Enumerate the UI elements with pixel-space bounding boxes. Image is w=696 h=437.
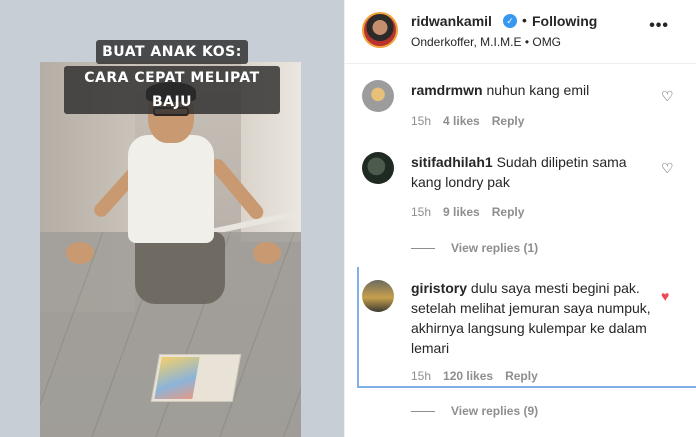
comment-meta: 15h 120 likes Reply <box>411 369 538 383</box>
author-avatar[interactable] <box>362 12 398 48</box>
view-replies-button[interactable]: View replies (9) <box>411 404 538 418</box>
comment-meta: 15h 4 likes Reply <box>411 114 524 128</box>
comment-body: nuhun kang emil <box>486 82 590 98</box>
comment-username[interactable]: ramdrmwn <box>411 82 483 98</box>
view-replies-label: View replies (1) <box>451 241 539 255</box>
comment-text: giristory dulu saya mesti begini pak. se… <box>411 278 651 358</box>
post-viewer: BUAT ANAK KOS: CARA CEPAT MELIPAT BAJU r… <box>0 0 696 437</box>
commenter-avatar[interactable] <box>362 152 394 184</box>
comment-time: 15h <box>411 205 432 219</box>
comments-panel: ridwankamil ✓ • Following Onderkoffer, M… <box>344 0 696 437</box>
comment-username[interactable]: sitifadhilah1 <box>411 154 493 170</box>
comment-text: ramdrmwn nuhun kang emil <box>411 80 651 100</box>
author-username[interactable]: ridwankamil <box>411 13 492 29</box>
comment-time: 15h <box>411 114 432 128</box>
comment-meta: 15h 9 likes Reply <box>411 205 524 219</box>
view-replies-button[interactable]: View replies (1) <box>411 241 538 255</box>
post-header: ridwankamil ✓ • Following Onderkoffer, M… <box>345 0 696 64</box>
post-photo <box>40 62 301 437</box>
like-heart-icon[interactable]: ♡ <box>661 89 675 103</box>
comment-text: sitifadhilah1 Sudah dilipetin sama kang … <box>411 152 651 192</box>
liked-heart-icon[interactable]: ♥ <box>661 289 675 303</box>
more-options-icon[interactable]: ••• <box>649 17 669 35</box>
reply-button[interactable]: Reply <box>505 369 538 383</box>
view-replies-label: View replies (9) <box>451 404 539 418</box>
person-left-hand <box>66 242 94 264</box>
comment-username[interactable]: giristory <box>411 280 467 296</box>
video-caption: BUAT ANAK KOS: CARA CEPAT MELIPAT BAJU <box>64 40 280 116</box>
header-separator: • <box>522 12 527 28</box>
reply-button[interactable]: Reply <box>492 205 525 219</box>
post-media[interactable]: BUAT ANAK KOS: CARA CEPAT MELIPAT BAJU <box>0 0 344 437</box>
verified-badge-icon: ✓ <box>503 14 517 28</box>
comment-likes[interactable]: 120 likes <box>443 369 493 383</box>
person-shirt <box>128 135 214 243</box>
following-button[interactable]: Following <box>532 13 597 29</box>
comment-likes[interactable]: 4 likes <box>443 114 480 128</box>
comment-likes[interactable]: 9 likes <box>443 205 480 219</box>
like-heart-icon[interactable]: ♡ <box>661 161 675 175</box>
commenter-avatar[interactable] <box>362 80 394 112</box>
post-location[interactable]: Onderkoffer, M.I.M.E • OMG <box>411 35 561 49</box>
book-cover <box>154 357 200 399</box>
reply-button[interactable]: Reply <box>492 114 525 128</box>
view-replies-line <box>411 247 435 249</box>
caption-line-2: CARA CEPAT MELIPAT BAJU <box>64 66 280 114</box>
person-right-hand <box>253 242 281 264</box>
commenter-avatar[interactable] <box>362 280 394 312</box>
view-replies-line <box>411 410 435 412</box>
comment-time: 15h <box>411 369 432 383</box>
caption-line-1: BUAT ANAK KOS: <box>96 40 248 64</box>
